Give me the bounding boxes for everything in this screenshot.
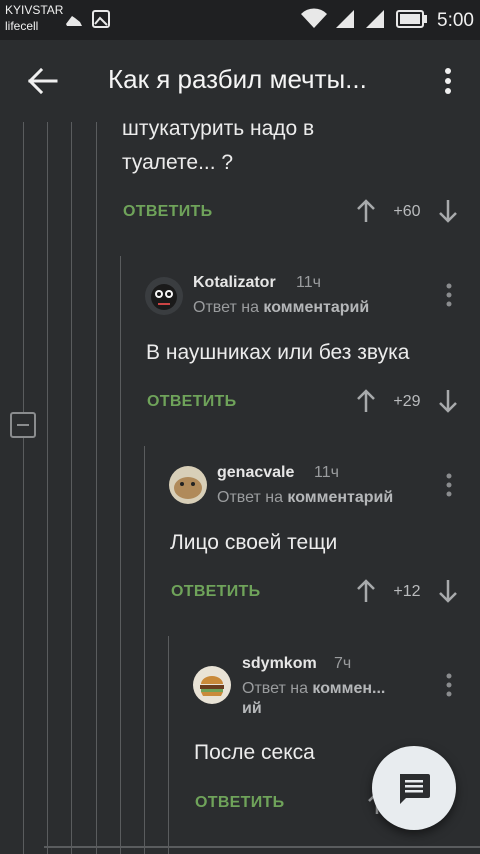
arrow-up-icon[interactable] xyxy=(355,198,377,224)
comment-text: штукатурить надо в xyxy=(122,117,315,140)
reply-context-link[interactable]: комментарий xyxy=(263,299,369,316)
comment-time: 11ч xyxy=(296,274,321,291)
wifi-icon xyxy=(301,8,327,28)
comment-text: После секса xyxy=(194,741,315,764)
reply-context-prefix: Ответ на xyxy=(193,299,259,316)
reply-button[interactable]: ОТВЕТИТЬ xyxy=(123,203,212,221)
avatar[interactable] xyxy=(193,666,231,704)
status-bar: KYIVSTAR lifecell 5:00 xyxy=(0,0,480,40)
clock: 5:00 xyxy=(437,10,474,31)
reply-button[interactable]: ОТВЕТИТЬ xyxy=(195,794,284,812)
reply-context-link[interactable]: коммен... xyxy=(312,680,385,697)
arrow-up-icon[interactable] xyxy=(355,578,377,604)
arrow-down-icon[interactable] xyxy=(437,388,459,414)
thread-line xyxy=(120,256,121,854)
battery-icon xyxy=(396,10,427,28)
comment-score: +29 xyxy=(393,393,421,410)
comment-text: В наушниках или без звука xyxy=(146,341,410,364)
arrow-up-icon[interactable] xyxy=(355,388,377,414)
signal-icon-2 xyxy=(366,10,384,28)
reply-context-prefix: Ответ на xyxy=(217,489,283,506)
reply-context[interactable]: Ответ на коммен... xyxy=(242,680,385,698)
back-arrow-icon[interactable] xyxy=(24,62,62,100)
thread-line xyxy=(23,438,24,854)
comment-text: Лицо своей тещи xyxy=(170,531,338,554)
carrier-name-2: lifecell xyxy=(5,19,39,33)
toolbar: Как я разбил мечты... xyxy=(0,40,480,122)
reply-button[interactable]: ОТВЕТИТЬ xyxy=(147,393,236,411)
reply-context-link-cont: ий xyxy=(242,700,262,717)
thread-line xyxy=(47,122,48,854)
more-vert-icon[interactable] xyxy=(443,472,455,498)
add-comment-button[interactable] xyxy=(372,746,456,830)
thread-line xyxy=(96,122,97,854)
reply-context[interactable]: Ответ на комментарий xyxy=(193,299,369,317)
avatar[interactable] xyxy=(145,277,183,315)
arrow-down-icon[interactable] xyxy=(437,198,459,224)
thread-end-line xyxy=(44,846,480,848)
more-vert-icon[interactable] xyxy=(434,62,462,100)
comment-author[interactable]: Kotalizator xyxy=(193,274,276,292)
thread-line xyxy=(71,122,72,854)
more-vert-icon[interactable] xyxy=(443,282,455,308)
comment-icon xyxy=(400,774,430,804)
more-vert-icon[interactable] xyxy=(443,672,455,698)
reply-context-prefix: Ответ на xyxy=(242,680,308,697)
shoe-icon xyxy=(66,16,82,26)
comment-author[interactable]: genacvale xyxy=(217,464,294,482)
image-icon xyxy=(92,10,110,28)
thread-line xyxy=(23,122,24,412)
comment-score: +60 xyxy=(393,203,421,220)
thread-line xyxy=(144,446,145,854)
comment-score: +12 xyxy=(393,583,421,600)
arrow-down-icon[interactable] xyxy=(437,578,459,604)
reply-context[interactable]: Ответ на комментарий xyxy=(217,489,393,507)
signal-icon xyxy=(336,10,354,28)
page-title: Как я разбил мечты... xyxy=(108,64,367,94)
comment-time: 11ч xyxy=(314,464,339,481)
comment-text: туалете... ? xyxy=(122,151,234,174)
carrier-name: KYIVSTAR xyxy=(5,3,64,17)
reply-context-continued: ий xyxy=(242,700,262,718)
comment-time: 7ч xyxy=(334,655,352,672)
thread-line xyxy=(168,636,169,854)
avatar[interactable] xyxy=(169,466,207,504)
collapse-thread-button[interactable] xyxy=(10,412,36,438)
reply-button[interactable]: ОТВЕТИТЬ xyxy=(171,583,260,601)
comment-author[interactable]: sdymkom xyxy=(242,655,317,673)
reply-context-link[interactable]: комментарий xyxy=(287,489,393,506)
